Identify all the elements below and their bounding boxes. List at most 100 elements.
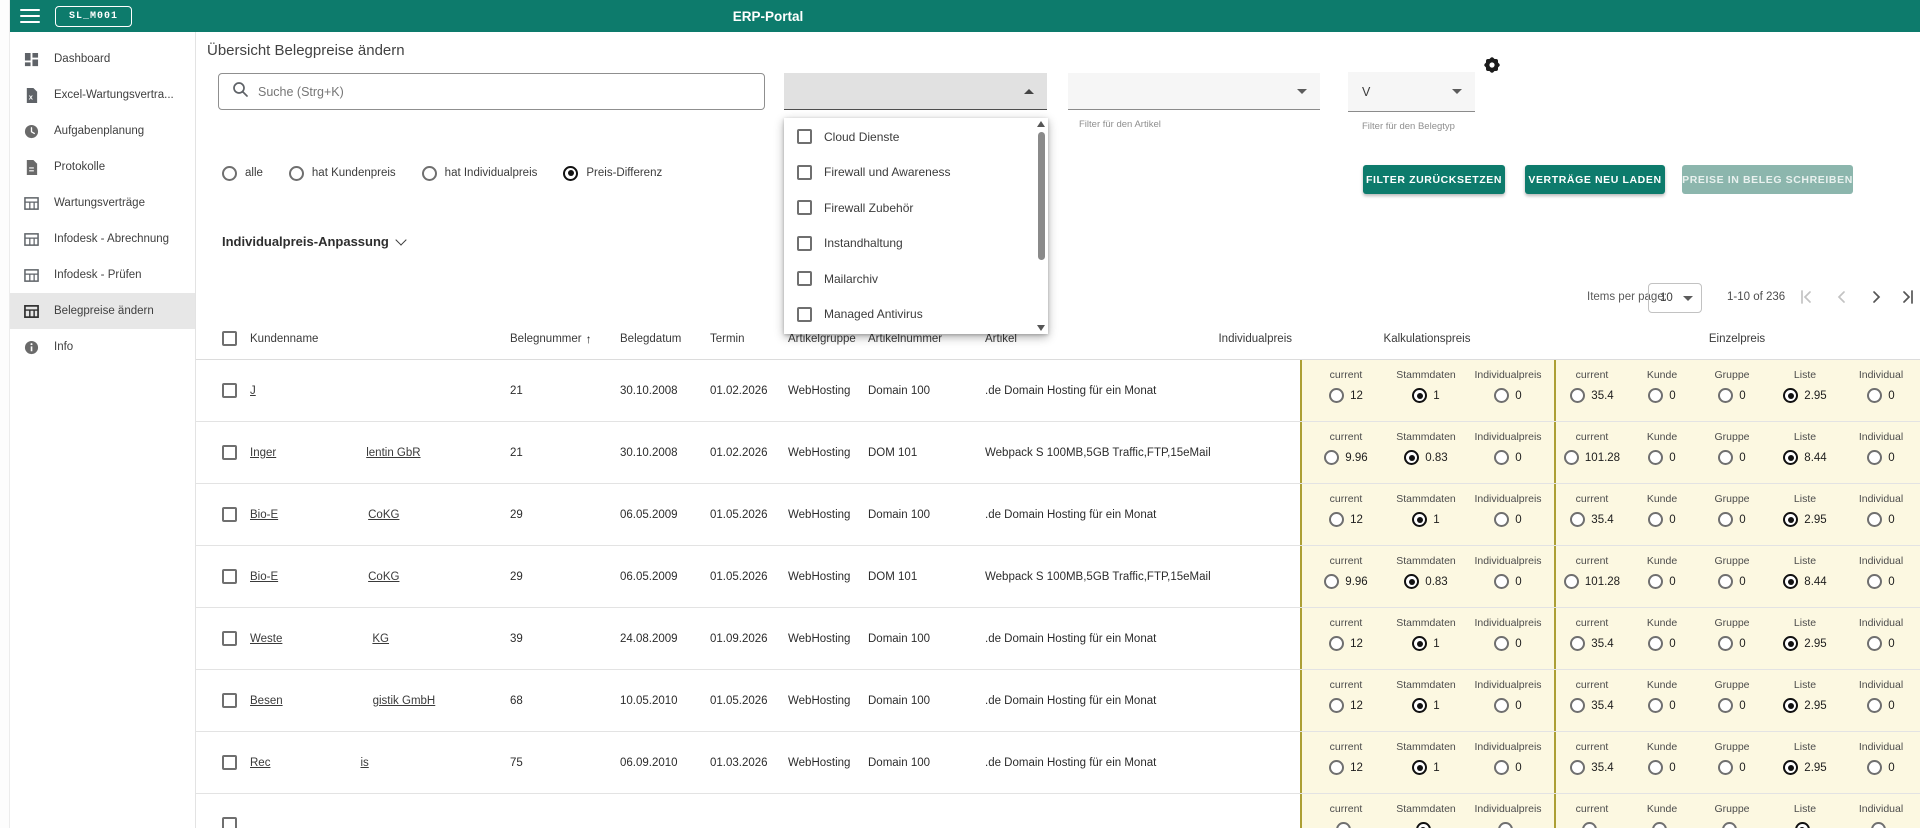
header-belegdatum[interactable]: Belegdatum <box>620 333 710 345</box>
filter-radio-preis-differenz[interactable]: Preis-Differenz <box>563 166 662 181</box>
radio-icon[interactable] <box>1648 388 1663 403</box>
checkbox-icon[interactable] <box>797 129 812 144</box>
kundenname-link[interactable]: Bio-E <box>250 571 278 583</box>
header-individualpreis[interactable]: Individualpreis <box>1222 333 1300 345</box>
row-checkbox[interactable] <box>222 755 237 770</box>
kundenname-link[interactable]: Bio-E <box>250 509 278 521</box>
section-individualpreis-anpassung[interactable]: Individualpreis-Anpassung <box>222 234 405 249</box>
kundenname-link[interactable]: CoKG <box>368 509 399 521</box>
radio-icon[interactable] <box>1494 512 1509 527</box>
next-page-icon[interactable] <box>1866 287 1886 307</box>
search-input[interactable]: Suche (Strg+K) <box>218 73 765 110</box>
radio-icon[interactable] <box>1564 450 1579 465</box>
dropdown-option-instandhaltung[interactable]: Instandhaltung <box>784 226 1048 262</box>
header-artikel[interactable]: Artikel <box>985 333 1222 345</box>
radio-icon[interactable] <box>1570 388 1585 403</box>
radio-icon[interactable] <box>1718 512 1733 527</box>
hamburger-icon[interactable] <box>20 9 40 23</box>
dropdown-scrollbar[interactable] <box>1038 132 1045 260</box>
radio-icon[interactable] <box>1582 822 1597 828</box>
kundenname-link[interactable]: KG <box>372 633 389 645</box>
radio-icon[interactable] <box>1329 388 1344 403</box>
radio-icon[interactable] <box>1412 698 1427 713</box>
checkbox-icon[interactable] <box>797 165 812 180</box>
checkbox-icon[interactable] <box>797 307 812 322</box>
filter-radio-alle[interactable]: alle <box>222 166 263 181</box>
radio-icon[interactable] <box>1718 388 1733 403</box>
radio-icon[interactable] <box>1648 450 1663 465</box>
radio-icon[interactable] <box>1871 822 1886 828</box>
radio-icon[interactable] <box>1867 512 1882 527</box>
row-checkbox[interactable] <box>222 569 237 584</box>
header-artikelnummer[interactable]: Artikelnummer <box>868 333 985 345</box>
radio-icon[interactable] <box>1648 512 1663 527</box>
radio-icon[interactable] <box>1498 822 1513 828</box>
sidebar-item-infodesk-pr-fen[interactable]: Infodesk - Prüfen <box>10 257 195 293</box>
radio-icon[interactable] <box>1783 636 1798 651</box>
radio-icon[interactable] <box>1494 388 1509 403</box>
filter-radio-hat-individualpreis[interactable]: hat Individualpreis <box>422 166 538 181</box>
radio-icon[interactable] <box>1329 636 1344 651</box>
radio-icon[interactable] <box>1494 760 1509 775</box>
sidebar-item-excel-wartungsvertra[interactable]: xExcel-Wartungsvertra... <box>10 77 195 113</box>
app-badge[interactable]: SL_M001 <box>55 6 132 27</box>
radio-icon[interactable] <box>1412 760 1427 775</box>
row-checkbox[interactable] <box>222 693 237 708</box>
radio-icon[interactable] <box>1652 822 1667 828</box>
first-page-icon[interactable] <box>1796 287 1816 307</box>
radio-icon[interactable] <box>1416 822 1431 828</box>
kundenname-link[interactable]: is <box>360 757 368 769</box>
radio-icon[interactable] <box>563 166 578 181</box>
kundenname-link[interactable]: lentin GbR <box>366 447 420 459</box>
radio-icon[interactable] <box>1648 760 1663 775</box>
belegtyp-filter-select[interactable]: V <box>1348 72 1475 112</box>
artikel-filter-select[interactable] <box>1068 73 1320 110</box>
header-termin[interactable]: Termin <box>710 333 788 345</box>
radio-icon[interactable] <box>1324 574 1339 589</box>
row-checkbox[interactable] <box>222 507 237 522</box>
radio-icon[interactable] <box>422 166 437 181</box>
radio-icon[interactable] <box>1404 450 1419 465</box>
sidebar-item-aufgabenplanung[interactable]: Aufgabenplanung <box>10 113 195 149</box>
dropdown-option-firewall-zubeh-r[interactable]: Firewall Zubehör <box>784 190 1048 226</box>
kundenname-link[interactable]: Inger <box>250 447 276 459</box>
radio-icon[interactable] <box>1412 636 1427 651</box>
header-artikelgruppe[interactable]: Artikelgruppe <box>788 333 868 345</box>
kundenname-link[interactable]: J <box>250 385 256 397</box>
radio-icon[interactable] <box>1783 512 1798 527</box>
radio-icon[interactable] <box>1494 636 1509 651</box>
radio-icon[interactable] <box>1404 574 1419 589</box>
radio-icon[interactable] <box>1718 760 1733 775</box>
radio-icon[interactable] <box>1648 698 1663 713</box>
radio-icon[interactable] <box>1570 760 1585 775</box>
dropdown-option-mailarchiv[interactable]: Mailarchiv <box>784 261 1048 297</box>
radio-icon[interactable] <box>1324 450 1339 465</box>
kundenname-link[interactable]: Weste <box>250 633 282 645</box>
artikelgruppe-select[interactable] <box>784 73 1047 110</box>
radio-icon[interactable] <box>1867 574 1882 589</box>
radio-icon[interactable] <box>1570 512 1585 527</box>
radio-icon[interactable] <box>1412 388 1427 403</box>
scroll-up-icon[interactable] <box>1037 121 1045 127</box>
row-checkbox[interactable] <box>222 445 237 460</box>
kundenname-link[interactable]: CoKG <box>368 571 399 583</box>
radio-icon[interactable] <box>1718 698 1733 713</box>
sidebar-item-belegpreise-ndern[interactable]: Belegpreise ändern <box>10 293 195 329</box>
radio-icon[interactable] <box>1329 512 1344 527</box>
radio-icon[interactable] <box>1783 574 1798 589</box>
radio-icon[interactable] <box>1783 450 1798 465</box>
radio-icon[interactable] <box>1795 822 1810 828</box>
radio-icon[interactable] <box>222 166 237 181</box>
header-belegnummer[interactable]: Belegnummer↑ <box>510 332 620 346</box>
radio-icon[interactable] <box>1412 512 1427 527</box>
filter-radio-hat-kundenpreis[interactable]: hat Kundenpreis <box>289 166 396 181</box>
checkbox-icon[interactable] <box>797 271 812 286</box>
row-checkbox[interactable] <box>222 383 237 398</box>
select-all-checkbox[interactable] <box>222 331 250 346</box>
dropdown-option-cloud-dienste[interactable]: Cloud Dienste <box>784 119 1048 155</box>
radio-icon[interactable] <box>1783 698 1798 713</box>
scroll-down-icon[interactable] <box>1037 325 1045 331</box>
radio-icon[interactable] <box>1494 450 1509 465</box>
radio-icon[interactable] <box>1494 698 1509 713</box>
row-checkbox[interactable] <box>222 817 237 828</box>
